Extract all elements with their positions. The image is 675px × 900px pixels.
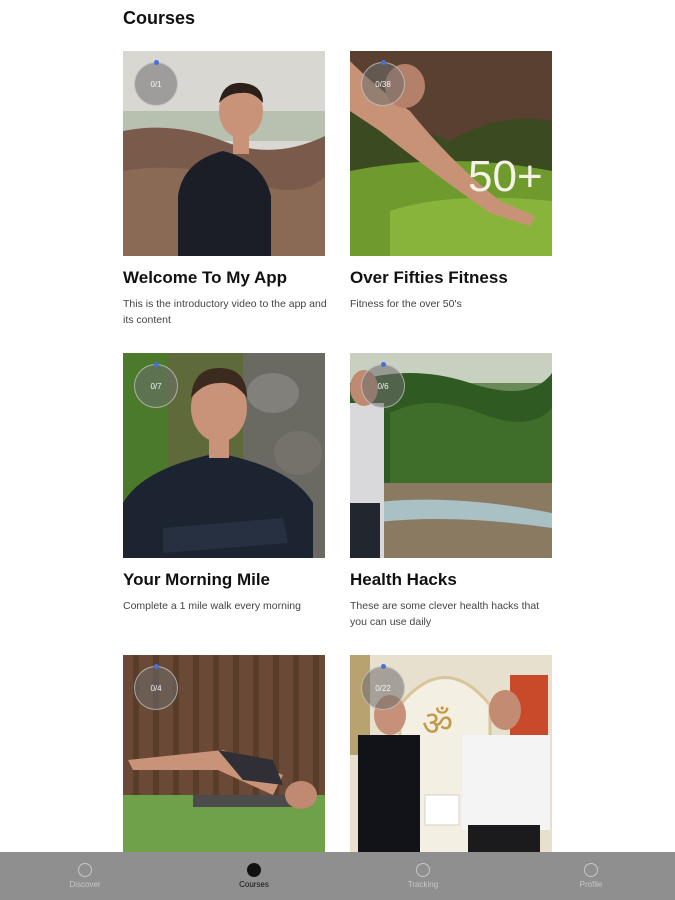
nav-label: Discover: [69, 880, 101, 889]
progress-badge: 0/1: [134, 60, 178, 106]
course-thumbnail[interactable]: 0/4: [123, 655, 325, 860]
user-icon: [584, 863, 598, 877]
nav-tracking[interactable]: Tracking: [373, 852, 473, 900]
check-circle-icon: [416, 863, 430, 877]
course-title: Over Fifties Fitness: [350, 268, 508, 287]
course-thumbnail[interactable]: 0/6: [350, 353, 552, 558]
progress-badge: 0/4: [134, 664, 178, 710]
course-thumbnail[interactable]: 0/7: [123, 353, 325, 558]
progress-badge: 0/7: [134, 362, 178, 408]
course-thumbnail[interactable]: 50+ 0/38: [350, 51, 552, 256]
compass-icon: [78, 863, 92, 877]
progress-badge: 0/38: [361, 60, 405, 106]
course-title: Your Morning Mile: [123, 570, 271, 589]
progress-badge: 0/6: [361, 362, 405, 408]
course-thumbnail[interactable]: 0/1: [123, 51, 325, 256]
course-description: Fitness for the over 50's: [350, 298, 462, 310]
course-overlay-text: 50+: [468, 152, 543, 201]
nav-discover[interactable]: Discover: [35, 852, 135, 900]
nav-label: Courses: [239, 880, 269, 889]
nav-label: Tracking: [407, 880, 439, 889]
bottom-nav: Discover Courses Tracking Profile: [0, 852, 675, 900]
course-title: Welcome To My App: [123, 268, 288, 287]
course-description: These are some clever health hacks that …: [350, 600, 540, 628]
om-symbol-icon: ॐ: [422, 704, 453, 744]
nav-courses[interactable]: Courses: [204, 852, 304, 900]
course-title: Health Hacks: [350, 570, 457, 589]
nav-label: Profile: [579, 880, 603, 889]
nav-profile[interactable]: Profile: [541, 852, 641, 900]
progress-badge: 0/22: [361, 664, 405, 710]
course-thumbnail[interactable]: ॐ 0/22: [350, 655, 552, 860]
course-description: This is the introductory video to the ap…: [123, 298, 327, 326]
course-description: Complete a 1 mile walk every morning: [123, 600, 301, 612]
courses-icon: [247, 863, 261, 877]
page-title: Courses: [123, 8, 196, 28]
